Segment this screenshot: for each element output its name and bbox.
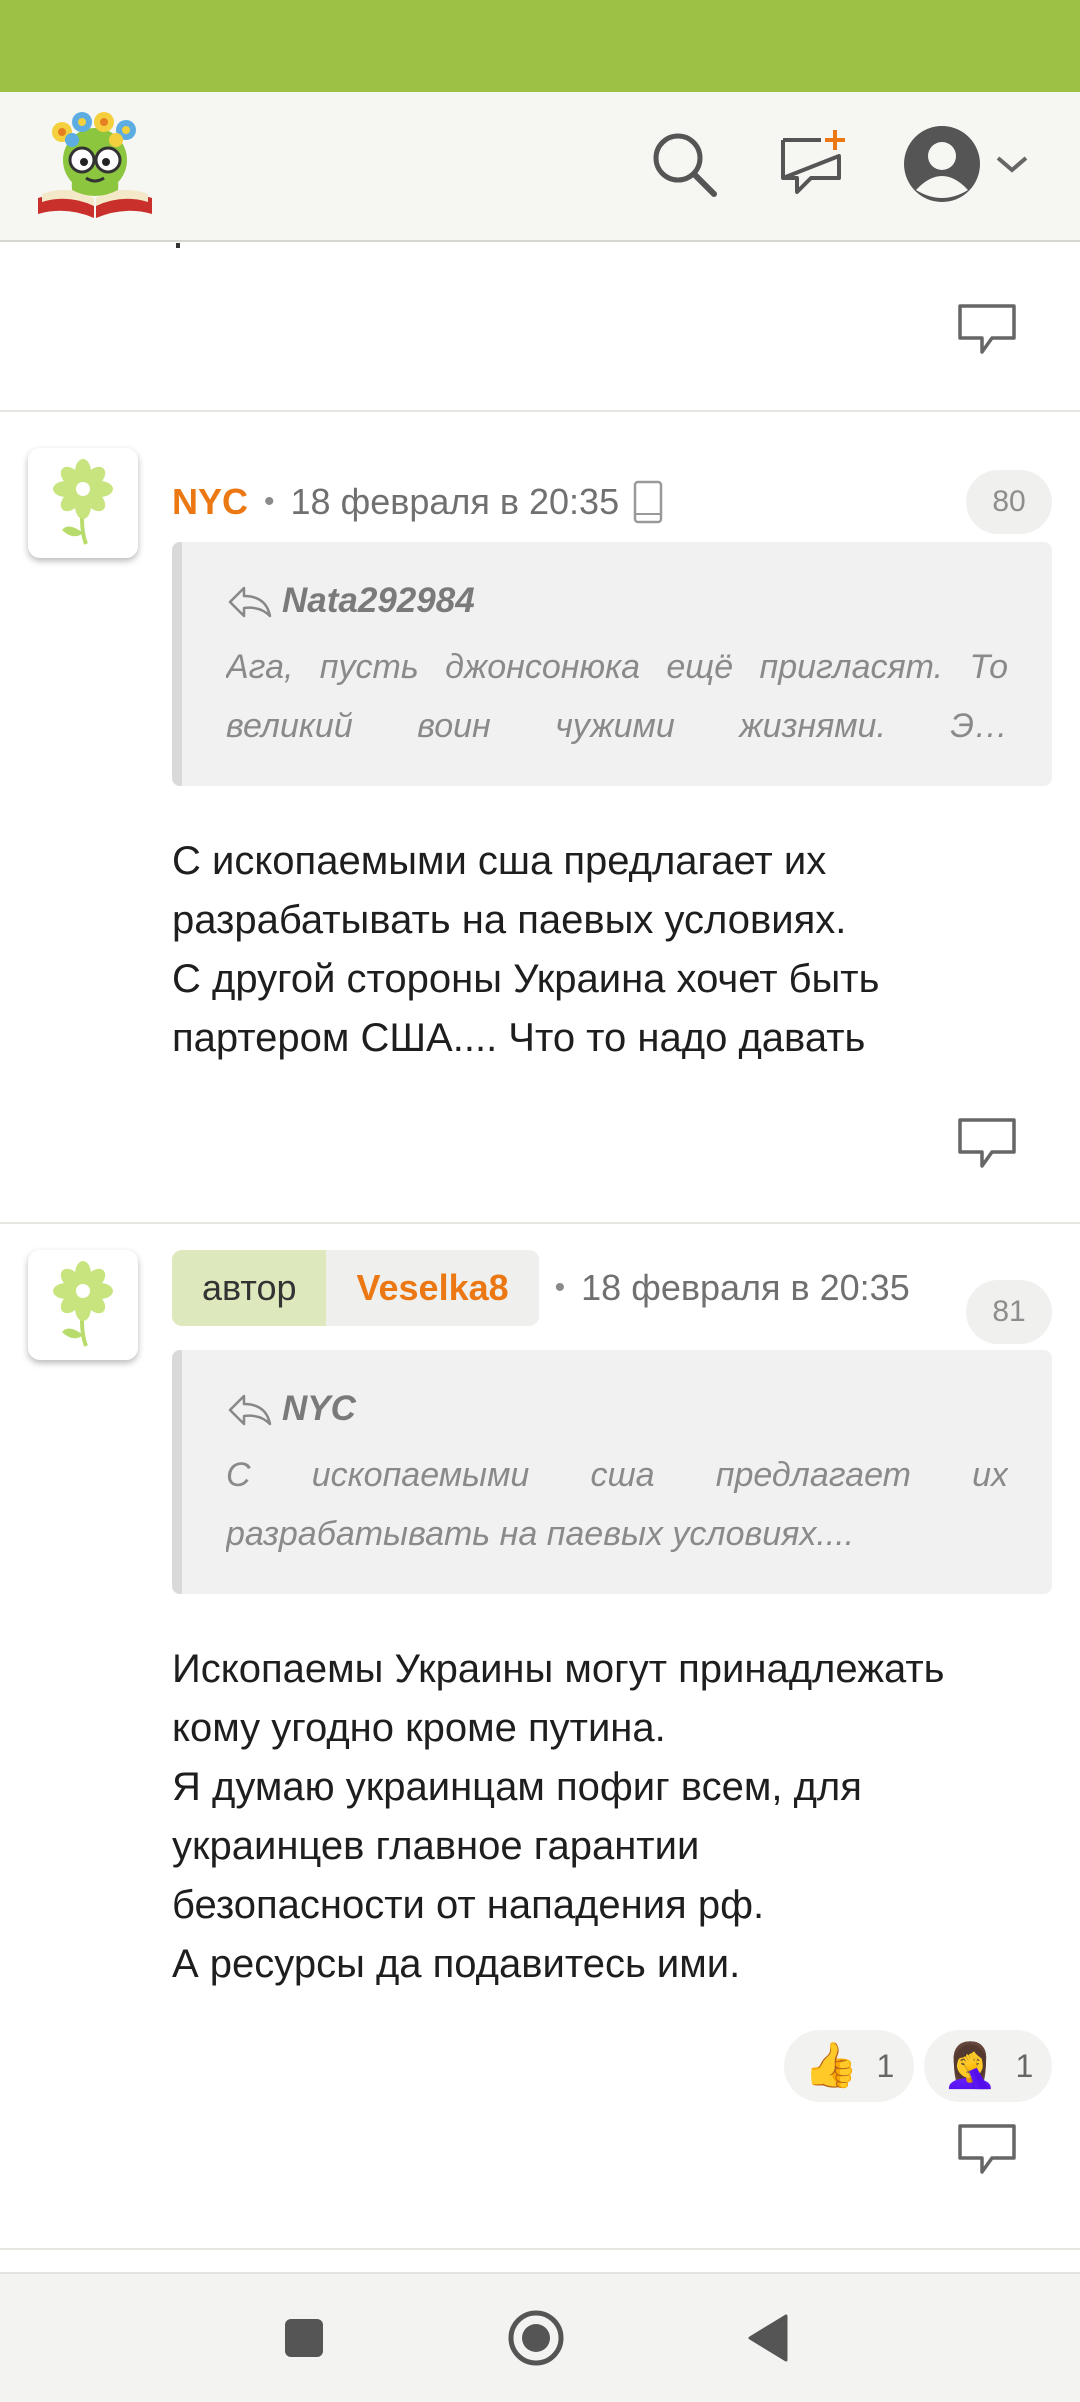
reply-arrow-icon [228,1394,272,1426]
comment-number[interactable]: 81 [966,1280,1052,1344]
flower-avatar-icon[interactable] [28,448,138,558]
system-navigation-bar [0,2272,1080,2402]
comment-divider [0,1222,1080,1224]
author-badge: автор Veselka8 [172,1250,539,1326]
reply-arrow-icon [228,586,272,618]
comment-divider [0,410,1080,412]
meta-separator: • [264,485,275,518]
comment-item: автор Veselka8 • 18 февраля в 20:35 81 N… [0,1248,1080,2248]
search-icon[interactable] [642,122,726,206]
role-badge: автор [172,1250,327,1326]
quote-author: NYC [282,1389,356,1428]
quote-header: NYC [226,1386,1008,1432]
circle-home-icon[interactable] [496,2298,576,2378]
reply-comment-icon[interactable] [956,1116,1018,1174]
quote-text: Ага, пусть джонсонюка ещё пригласят. То … [226,638,1008,756]
comment-item: NYC • 18 февраля в 20:35 80 Nata292984 А… [0,446,1080,1168]
comment-feed: NYC • 18 февраля в 20:35 80 Nata292984 А… [0,240,1080,2270]
chevron-down-icon[interactable] [990,122,1034,206]
facepalm-icon: 🤦‍♀️ [942,2041,998,2090]
comment-text-line: Я думаю украинцам пофиг всем, для [172,1765,862,1809]
quoted-reply[interactable]: NYC С ископаемыми сша предлагает их разр… [172,1350,1052,1594]
comment-meta: автор Veselka8 • 18 февраля в 20:35 [172,1248,972,1328]
user-avatar-icon[interactable] [900,122,984,206]
comment-text: Ископаемы Украины могут принадлежать ком… [172,1640,1052,1994]
quote-line: Ага, пусть джонсонюка ещё пригласят. То [226,648,1008,686]
meta-separator: • [554,1271,566,1304]
comment-text-line: А ресурсы да подавитесь ими. [172,1942,741,1986]
comment-text-line: кому угодно кроме путина. [172,1706,666,1750]
quoted-reply[interactable]: Nata292984 Ага, пусть джонсонюка ещё при… [172,542,1052,786]
quote-line: разрабатывать на паевых условиях.... [226,1515,855,1553]
triangle-back-icon[interactable] [728,2298,808,2378]
bookworm-logo-icon[interactable] [32,110,158,222]
status-bar [0,0,1080,92]
comment-text-line: Ископаемы Украины могут принадлежать [172,1647,945,1691]
comment-divider [0,2248,1080,2250]
reaction-facepalm[interactable]: 🤦‍♀️ 1 [924,2030,1052,2102]
comment-text: С ископаемыми сша предлагает их разрабат… [172,832,1052,1068]
comment-author[interactable]: Veselka8 [326,1250,539,1326]
comment-date[interactable]: 18 февраля в 20:35 [581,1267,910,1309]
comment-author[interactable]: NYC [172,481,248,523]
square-icon[interactable] [264,2298,344,2378]
reply-comment-icon[interactable] [956,2122,1018,2180]
reaction-count: 1 [1015,2047,1034,2084]
comment-date[interactable]: 18 февраля в 20:35 [291,481,620,523]
comment-meta: NYC • 18 февраля в 20:35 [172,462,663,542]
comment-number[interactable]: 80 [966,470,1052,534]
reaction-thumbs-up[interactable]: 👍 1 [784,2030,914,2102]
comment-text-line: безопасности от нападения рф. [172,1883,765,1927]
reaction-count: 1 [876,2047,895,2084]
comment-text-line: украинцев главное гарантии [172,1824,700,1868]
comment-text-line: С другой стороны Украина хочет быть [172,957,880,1001]
truncated-text-fragment [172,240,212,248]
reply-comment-icon[interactable] [956,302,1018,360]
quote-author: Nata292984 [282,581,475,620]
top-app-bar [0,92,1080,242]
phone-icon [633,480,663,524]
comment-text-line: разрабатывать на паевых условиях. [172,898,847,942]
quote-line: великий воин чужими жизнями. Э… [226,707,1008,745]
new-message-icon[interactable] [772,122,856,206]
comment-text-line: С ископаемыми сша предлагает их [172,839,827,883]
thumbs-up-icon: 👍 [803,2041,859,2090]
quote-line: С ископаемыми сша предлагает их [226,1456,1008,1494]
quote-header: Nata292984 [226,578,1008,624]
comment-text-line: партером США.... Что то надо давать [172,1016,866,1060]
quote-text: С ископаемыми сша предлагает их разрабат… [226,1446,1008,1564]
flower-avatar-icon[interactable] [28,1250,138,1360]
